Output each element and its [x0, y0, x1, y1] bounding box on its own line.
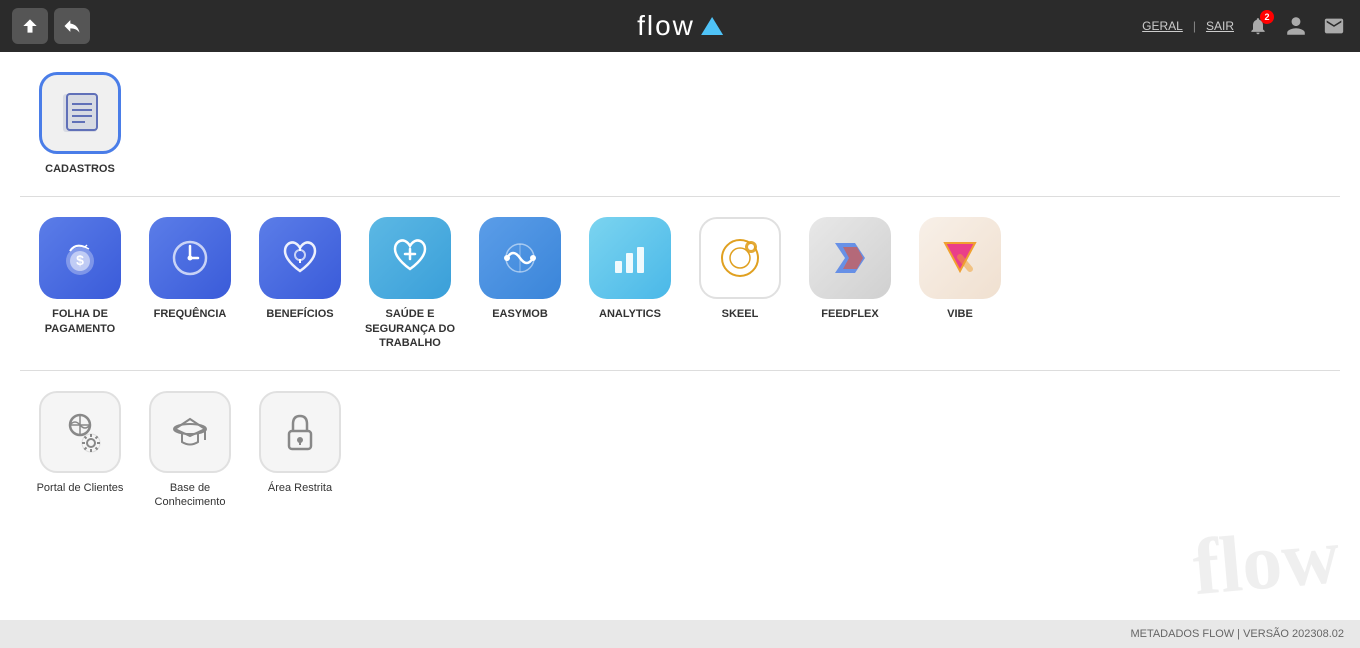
beneficios-icon-box — [259, 217, 341, 299]
base-label: Base deConhecimento — [155, 481, 226, 510]
beneficios-label: BENEFÍCIOS — [266, 307, 333, 321]
logo-text: flow — [637, 10, 695, 42]
mail-button[interactable] — [1320, 12, 1348, 40]
module-portal[interactable]: Portal de Clientes — [30, 391, 130, 495]
frequencia-icon — [165, 233, 215, 283]
folha-icon-box: $ — [39, 217, 121, 299]
logo-arrow-icon — [701, 17, 723, 35]
footer: METADADOS FLOW | VERSÃO 202308.02 — [0, 620, 1360, 648]
module-frequencia[interactable]: FREQUÊNCIA — [140, 217, 240, 321]
beneficios-icon — [275, 233, 325, 283]
cadastros-section: CADASTROS — [0, 52, 1360, 196]
portal-icon-box — [39, 391, 121, 473]
notification-badge: 2 — [1260, 10, 1274, 24]
analytics-icon — [605, 233, 655, 283]
svg-text:$: $ — [76, 252, 84, 268]
module-folha[interactable]: $ FOLHA DEPAGAMENTO — [30, 217, 130, 336]
footer-text: METADADOS FLOW | VERSÃO 202308.02 — [1130, 628, 1344, 640]
module-analytics[interactable]: ANALYTICS — [580, 217, 680, 321]
module-easymob[interactable]: EASYMOB — [470, 217, 570, 321]
main-content: CADASTROS $ FOLHA DEPAGAMENTO — [0, 52, 1360, 648]
header: flow GERAL | SAIR 2 — [0, 0, 1360, 52]
feedflex-icon — [825, 233, 875, 283]
frequencia-icon-box — [149, 217, 231, 299]
cadastros-icon — [55, 88, 105, 138]
modules-section: $ FOLHA DEPAGAMENTO FREQUÊNCIA — [0, 197, 1360, 370]
restrita-icon-box — [259, 391, 341, 473]
easymob-icon-box — [479, 217, 561, 299]
base-icon — [165, 407, 215, 457]
module-feedflex[interactable]: FEEDFLEX — [800, 217, 900, 321]
portal-label: Portal de Clientes — [37, 481, 124, 495]
header-left — [12, 8, 90, 44]
module-skeel[interactable]: SKEEL — [690, 217, 790, 321]
saude-icon-box — [369, 217, 451, 299]
vibe-icon — [935, 233, 985, 283]
user-profile-button[interactable] — [1282, 12, 1310, 40]
module-restrita[interactable]: Área Restrita — [250, 391, 350, 495]
module-saude[interactable]: SAÚDE ESEGURANÇA DOTRABALHO — [360, 217, 460, 350]
exit-button[interactable] — [54, 8, 90, 44]
folha-label: FOLHA DEPAGAMENTO — [45, 307, 116, 336]
cadastros-label: CADASTROS — [45, 162, 115, 176]
module-cadastros[interactable]: CADASTROS — [30, 72, 130, 176]
extras-section: Portal de Clientes Base deConhecimento — [0, 371, 1360, 530]
nav-separator: | — [1193, 19, 1196, 33]
module-vibe[interactable]: VIBE — [910, 217, 1010, 321]
easymob-label: EASYMOB — [492, 307, 548, 321]
frequencia-label: FREQUÊNCIA — [154, 307, 227, 321]
vibe-label: VIBE — [947, 307, 973, 321]
module-beneficios[interactable]: BENEFÍCIOS — [250, 217, 350, 321]
skeel-icon — [715, 233, 765, 283]
folha-icon: $ — [55, 233, 105, 283]
feedflex-icon-box — [809, 217, 891, 299]
geral-link[interactable]: GERAL — [1142, 19, 1183, 33]
restrita-icon — [275, 407, 325, 457]
saude-icon — [385, 233, 435, 283]
portal-icon — [55, 407, 105, 457]
app-logo: flow — [637, 10, 723, 42]
saude-label: SAÚDE ESEGURANÇA DOTRABALHO — [365, 307, 455, 350]
feedflex-label: FEEDFLEX — [821, 307, 878, 321]
notification-button[interactable]: 2 — [1244, 12, 1272, 40]
restrita-label: Área Restrita — [268, 481, 332, 495]
skeel-label: SKEEL — [722, 307, 759, 321]
module-base[interactable]: Base deConhecimento — [140, 391, 240, 510]
analytics-label: ANALYTICS — [599, 307, 661, 321]
header-right: GERAL | SAIR 2 — [1142, 12, 1348, 40]
sair-link[interactable]: SAIR — [1206, 19, 1234, 33]
analytics-icon-box — [589, 217, 671, 299]
easymob-icon — [495, 233, 545, 283]
skeel-icon-box — [699, 217, 781, 299]
upload-button[interactable] — [12, 8, 48, 44]
vibe-icon-box — [919, 217, 1001, 299]
base-icon-box — [149, 391, 231, 473]
cadastros-icon-box — [39, 72, 121, 154]
